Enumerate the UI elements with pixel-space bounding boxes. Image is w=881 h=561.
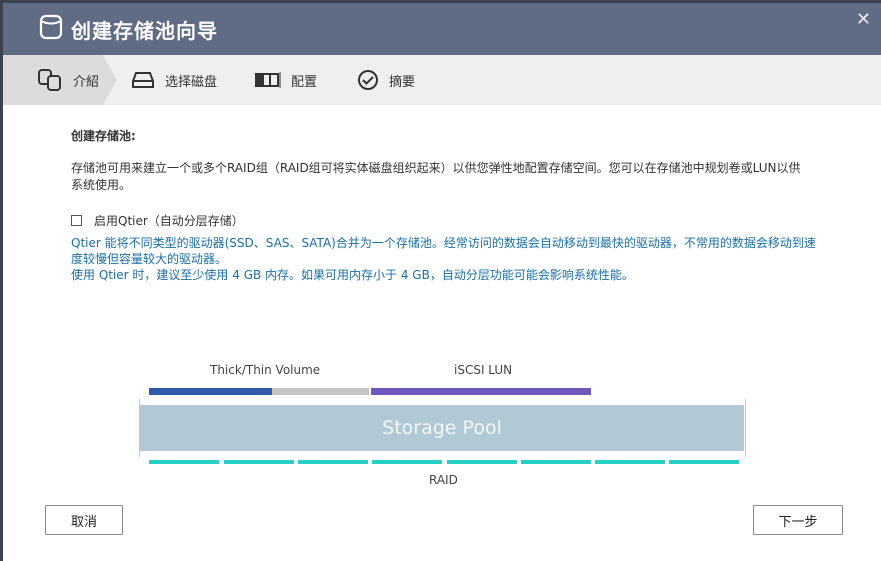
- raid-segment: [298, 460, 368, 464]
- raid-segment: [595, 460, 665, 464]
- next-button[interactable]: 下一步: [753, 505, 843, 535]
- raid-segment: [149, 460, 219, 464]
- close-icon[interactable]: ✕: [856, 9, 871, 30]
- raid-segment: [521, 460, 591, 464]
- description-text: 存储池可用来建立一个或多个RAID组（RAID组可将实体磁盘组织起来）以供您弹性…: [71, 161, 801, 192]
- step-intro: 介紹: [3, 55, 117, 105]
- storage-pool-block: Storage Pool: [140, 405, 744, 451]
- step-label: 选择磁盘: [165, 74, 218, 90]
- qtier-checkbox[interactable]: [71, 215, 82, 226]
- raid-segment: [372, 460, 442, 464]
- raid-segment: [669, 460, 739, 464]
- volume-label: Thick/Thin Volume: [210, 363, 321, 377]
- raid-config-icon: [255, 72, 281, 88]
- intro-content: 创建存储池: 存储池可用来建立一个或多个RAID组（RAID组可将实体磁盘组织起…: [3, 105, 881, 283]
- volume-used-bar: [149, 388, 272, 395]
- step-summary: 摘要: [357, 55, 415, 105]
- qtier-label: 启用Qtier（自动分层存储）: [94, 214, 244, 228]
- step-label: 介紹: [73, 74, 100, 90]
- database-stack-icon: [37, 68, 63, 92]
- raid-segment: [224, 460, 294, 464]
- qtier-info: Qtier 能将不同类型的驱动器(SSD、SAS、SATA)合并为一个存储池。经…: [71, 236, 816, 266]
- cancel-button[interactable]: 取消: [45, 505, 123, 535]
- pool-bracket-right: [745, 399, 746, 457]
- volume-free-bar: [272, 388, 369, 395]
- qtier-memory-note: 使用 Qtier 时，建议至少使用 4 GB 内存。如果可用内存小于 4 GB，…: [71, 268, 634, 282]
- window-title: 创建存储池向导: [71, 18, 218, 43]
- storage-pool-diagram: Thick/Thin Volume iSCSI LUN Storage Pool…: [136, 355, 748, 490]
- step-label: 配置: [291, 74, 318, 90]
- step-configure: 配置: [255, 55, 317, 105]
- storage-cylinder-icon: [39, 14, 63, 44]
- create-storage-pool-wizard: 创建存储池向导 ✕ 介紹 选择磁盘 配置 摘要 创建存储池: 存储池可用来建立一…: [3, 3, 881, 561]
- wizard-steps: 介紹 选择磁盘 配置 摘要: [3, 55, 881, 105]
- lun-bar: [371, 388, 591, 395]
- qtier-option[interactable]: 启用Qtier（自动分层存储）: [71, 212, 881, 229]
- title-bar: 创建存储池向导 ✕: [3, 3, 881, 55]
- section-heading: 创建存储池:: [71, 129, 136, 143]
- raid-segment: [447, 460, 517, 464]
- raid-label: RAID: [429, 473, 458, 487]
- step-label: 摘要: [389, 74, 416, 90]
- disk-drive-icon: [131, 71, 155, 89]
- step-select-disks: 选择磁盘: [131, 55, 217, 105]
- lun-label: iSCSI LUN: [454, 363, 513, 377]
- check-circle-icon: [357, 69, 379, 91]
